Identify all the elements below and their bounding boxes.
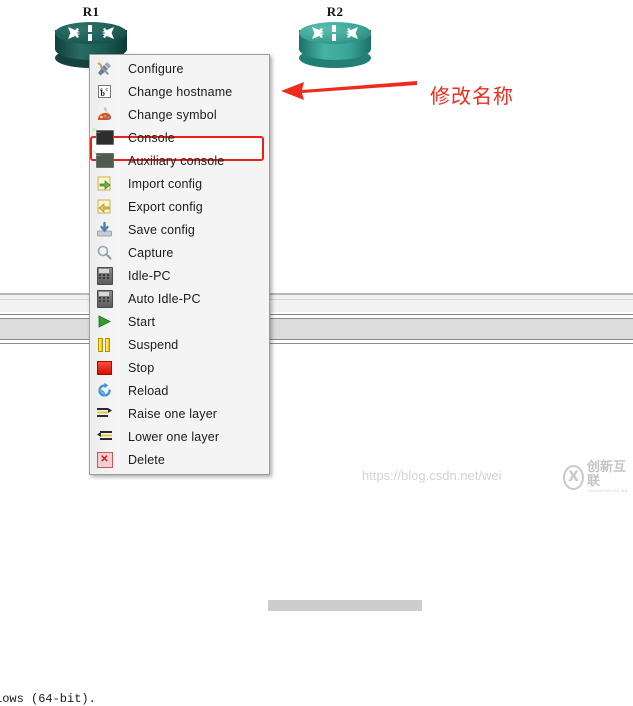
svg-text:c: c	[106, 87, 109, 93]
watermark-logo-text: 创新互联	[586, 459, 626, 489]
node-context-menu[interactable]: Configure a b c Change hostname Change s…	[89, 54, 270, 475]
menu-item-label: Idle-PC	[128, 268, 171, 283]
menu-item-change-symbol[interactable]: Change symbol	[90, 103, 269, 126]
menu-item-label: Raise one layer	[128, 406, 218, 421]
aux-terminal-icon: >_	[90, 149, 119, 172]
menu-item-label: Configure	[128, 61, 184, 76]
play-icon	[90, 310, 119, 333]
menu-item-export-config[interactable]: Export config	[90, 195, 269, 218]
rename-abc-icon: a b c	[90, 80, 119, 103]
menu-item-configure[interactable]: Configure	[90, 57, 269, 80]
menu-item-label: Delete	[128, 452, 166, 467]
watermark-url: https://blog.csdn.net/wei	[362, 468, 502, 483]
stop-icon	[90, 356, 119, 379]
menu-item-label: Capture	[128, 245, 174, 260]
menu-item-raise-one-layer[interactable]: Raise one layer	[90, 402, 269, 425]
menu-item-reload[interactable]: Reload	[90, 379, 269, 402]
menu-item-delete[interactable]: ✕ Delete	[90, 448, 269, 471]
save-disk-icon	[90, 218, 119, 241]
magnifier-icon	[90, 241, 119, 264]
menu-item-label: Import config	[128, 176, 203, 191]
menu-item-label: Suspend	[128, 337, 179, 352]
palette-brush-icon	[90, 103, 119, 126]
raise-layer-icon	[90, 402, 119, 425]
router-icon[interactable]	[299, 22, 371, 68]
import-arrow-icon	[90, 172, 119, 195]
menu-item-label: Stop	[128, 360, 155, 375]
terminal-icon: >_	[90, 126, 119, 149]
console-output-text: lows (64-bit).	[0, 692, 96, 706]
left-arrow-annotation-icon	[281, 81, 417, 100]
router-arrows-glyph	[312, 25, 358, 41]
menu-item-label: Lower one layer	[128, 429, 220, 444]
menu-item-label: Console	[128, 130, 175, 145]
menu-item-save-config[interactable]: Save config	[90, 218, 269, 241]
menu-item-import-config[interactable]: Import config	[90, 172, 269, 195]
menu-item-label: Reload	[128, 383, 169, 398]
annotation-text: 修改名称	[430, 84, 514, 108]
menu-item-label: Export config	[128, 199, 203, 214]
lower-layer-icon	[90, 425, 119, 448]
node-label-r2: R2	[326, 4, 344, 19]
menu-item-stop[interactable]: Stop	[90, 356, 269, 379]
router-arrows-glyph	[68, 25, 114, 41]
menu-item-label: Save config	[128, 222, 195, 237]
scrollbar-thumb[interactable]	[268, 600, 422, 611]
node-label-r1: R1	[82, 4, 100, 19]
menu-item-idle-pc[interactable]: Idle-PC	[90, 264, 269, 287]
menu-item-label: Auxiliary console	[128, 153, 225, 168]
calculator-icon	[90, 287, 119, 310]
watermark-logo-subtext: CHUANGXIN HULIAN	[586, 488, 628, 493]
topology-node-r2[interactable]: R2	[292, 4, 378, 68]
menu-item-auxiliary-console[interactable]: >_ Auxiliary console	[90, 149, 269, 172]
menu-item-label: Start	[128, 314, 156, 329]
export-arrow-icon	[90, 195, 119, 218]
menu-item-console[interactable]: >_ Console	[90, 126, 269, 149]
menu-item-label: Change symbol	[128, 107, 217, 122]
delete-icon: ✕	[90, 448, 119, 471]
menu-item-label: Auto Idle-PC	[128, 291, 201, 306]
wrench-screwdriver-icon	[90, 57, 119, 80]
menu-item-change-hostname[interactable]: a b c Change hostname	[90, 80, 269, 103]
menu-item-capture[interactable]: Capture	[90, 241, 269, 264]
menu-item-lower-one-layer[interactable]: Lower one layer	[90, 425, 269, 448]
reload-icon	[90, 379, 119, 402]
watermark-logo: X 创新互联 CHUANGXIN HULIAN	[563, 459, 629, 493]
application-canvas: lows (64-bit). R1 R2 修改名称 Configure a b …	[0, 0, 633, 706]
calculator-icon	[90, 264, 119, 287]
watermark-logo-mark: X	[563, 464, 584, 490]
pause-icon	[90, 333, 119, 356]
menu-item-suspend[interactable]: Suspend	[90, 333, 269, 356]
menu-item-start[interactable]: Start	[90, 310, 269, 333]
menu-item-label: Change hostname	[128, 84, 233, 99]
menu-item-auto-idle-pc[interactable]: Auto Idle-PC	[90, 287, 269, 310]
